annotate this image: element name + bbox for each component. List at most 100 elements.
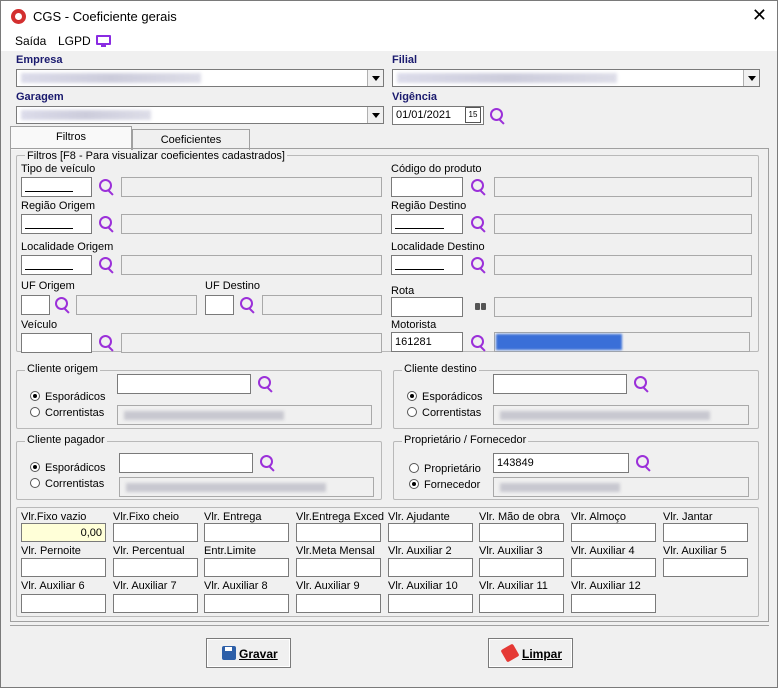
- clear-button-label: Limpar: [522, 647, 563, 661]
- uf-origem-label: UF Origem: [21, 280, 75, 292]
- cliente-destino-correntistas-label: Correntistas: [422, 407, 482, 419]
- value-input[interactable]: [296, 523, 381, 542]
- cliente-pagador-input[interactable]: [119, 453, 253, 473]
- proprietario-input[interactable]: 143849: [493, 453, 629, 473]
- divider: [10, 625, 769, 626]
- value-input[interactable]: [204, 523, 289, 542]
- empresa-select[interactable]: [16, 69, 384, 87]
- monitor-icon[interactable]: [96, 35, 111, 47]
- motorista-input[interactable]: 161281: [391, 332, 463, 352]
- value-input[interactable]: [571, 558, 656, 577]
- binoculars-icon[interactable]: [475, 301, 487, 311]
- search-icon[interactable]: [470, 256, 488, 274]
- value-input[interactable]: [388, 523, 473, 542]
- value-label: Vlr. Percentual: [113, 545, 185, 557]
- tab-filtros[interactable]: Filtros: [10, 126, 132, 150]
- value-input[interactable]: [113, 594, 198, 613]
- search-icon[interactable]: [98, 256, 116, 274]
- proprietario-radio[interactable]: [409, 463, 419, 473]
- value-input[interactable]: [204, 594, 289, 613]
- close-button[interactable]: ✕: [752, 5, 767, 25]
- cliente-origem-input[interactable]: [117, 374, 251, 394]
- veiculo-input[interactable]: [21, 333, 92, 353]
- fixo-vazio-value: 0,00: [80, 527, 102, 539]
- uf-origem-input[interactable]: [21, 295, 50, 315]
- value-input[interactable]: [388, 594, 473, 613]
- clear-button[interactable]: Limpar: [488, 638, 573, 668]
- value-input[interactable]: [21, 558, 106, 577]
- value-input[interactable]: [479, 594, 564, 613]
- motorista-value: 161281: [395, 336, 432, 348]
- localidade-origem-label: Localidade Origem: [21, 241, 114, 253]
- value-input[interactable]: [113, 558, 198, 577]
- value-input[interactable]: [663, 523, 748, 542]
- search-icon[interactable]: [470, 178, 488, 196]
- value-input[interactable]: [571, 594, 656, 613]
- search-icon[interactable]: [470, 334, 488, 352]
- chevron-down-icon[interactable]: [367, 70, 383, 86]
- uf-destino-input[interactable]: [205, 295, 234, 315]
- value-label: Vlr. Mão de obra: [479, 511, 560, 523]
- filial-select[interactable]: [392, 69, 760, 87]
- value-input[interactable]: [204, 558, 289, 577]
- cliente-destino-correntistas-radio[interactable]: [407, 407, 417, 417]
- value-input[interactable]: [296, 594, 381, 613]
- value-label: Vlr. Auxiliar 8: [204, 580, 268, 592]
- value-input[interactable]: [296, 558, 381, 577]
- fornecedor-radio[interactable]: [409, 479, 419, 489]
- search-icon[interactable]: [259, 454, 277, 472]
- value-input[interactable]: [663, 558, 748, 577]
- value-input[interactable]: [113, 523, 198, 542]
- value-label: Vlr. Auxiliar 5: [663, 545, 727, 557]
- value-label: Vlr. Auxiliar 11: [479, 580, 548, 592]
- proprietario-title: Proprietário / Fornecedor: [402, 434, 529, 446]
- cliente-origem-correntistas-radio[interactable]: [30, 407, 40, 417]
- cliente-destino-input[interactable]: [493, 374, 627, 394]
- value-input[interactable]: [21, 594, 106, 613]
- cliente-pagador-esporadicos-radio[interactable]: [30, 462, 40, 472]
- uf-destino-label: UF Destino: [205, 280, 261, 292]
- proprietario-value: 143849: [497, 457, 534, 469]
- calendar-icon[interactable]: 15: [465, 107, 481, 123]
- codigo-produto-input[interactable]: [391, 177, 463, 197]
- value-input[interactable]: [479, 523, 564, 542]
- search-icon[interactable]: [470, 215, 488, 233]
- rota-input[interactable]: [391, 297, 463, 317]
- regiao-origem-input[interactable]: [21, 214, 92, 234]
- search-icon[interactable]: [635, 454, 653, 472]
- value-input[interactable]: [479, 558, 564, 577]
- save-button[interactable]: Gravar: [206, 638, 291, 668]
- value-label: Vlr. Auxiliar 9: [296, 580, 360, 592]
- value-input[interactable]: [388, 558, 473, 577]
- window-title: CGS - Coeficiente gerais: [33, 9, 177, 24]
- chevron-down-icon[interactable]: [367, 107, 383, 123]
- search-icon[interactable]: [489, 107, 507, 125]
- cliente-origem-esporadicos-radio[interactable]: [30, 391, 40, 401]
- chevron-down-icon[interactable]: [743, 70, 759, 86]
- cliente-destino-esporadicos-radio[interactable]: [407, 391, 417, 401]
- search-icon[interactable]: [633, 375, 651, 393]
- search-icon[interactable]: [257, 375, 275, 393]
- menu-bar: Saída LGPD: [1, 31, 777, 51]
- localidade-origem-input[interactable]: [21, 255, 92, 275]
- cliente-destino-title: Cliente destino: [402, 363, 479, 375]
- search-icon[interactable]: [98, 215, 116, 233]
- search-icon[interactable]: [98, 334, 116, 352]
- value-input[interactable]: 0,00: [21, 523, 106, 542]
- cliente-pagador-description: [119, 477, 374, 497]
- garagem-select[interactable]: [16, 106, 384, 124]
- tipo-veiculo-input[interactable]: [21, 177, 92, 197]
- localidade-destino-input[interactable]: [391, 255, 463, 275]
- search-icon[interactable]: [239, 296, 257, 314]
- search-icon[interactable]: [98, 178, 116, 196]
- cliente-pagador-esporadicos-label: Esporádicos: [45, 462, 106, 474]
- motorista-label: Motorista: [391, 319, 437, 331]
- save-button-label: Gravar: [239, 647, 278, 661]
- cliente-pagador-correntistas-radio[interactable]: [30, 478, 40, 488]
- menu-exit[interactable]: Saída: [15, 34, 46, 48]
- value-input[interactable]: [571, 523, 656, 542]
- localidade-origem-description: [121, 255, 382, 275]
- menu-lgpd[interactable]: LGPD: [58, 34, 91, 48]
- search-icon[interactable]: [54, 296, 72, 314]
- regiao-destino-input[interactable]: [391, 214, 463, 234]
